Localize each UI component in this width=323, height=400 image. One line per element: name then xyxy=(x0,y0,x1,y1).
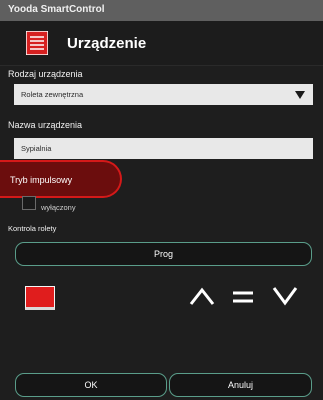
device-type-select[interactable]: Roleta zewnętrzna xyxy=(14,84,313,105)
cancel-button-label: Anuluj xyxy=(227,380,254,390)
ok-button-label: OK xyxy=(84,380,98,390)
ok-button[interactable]: OK xyxy=(15,373,167,397)
blind-control-label: Kontrola rolety xyxy=(8,224,57,233)
blind-device-icon xyxy=(25,286,55,310)
app-title: Yooda SmartControl xyxy=(8,4,105,15)
dropdown-arrow-icon xyxy=(295,91,305,99)
device-name-input[interactable]: Sypialnia xyxy=(14,138,313,159)
prog-button[interactable]: Prog xyxy=(15,242,312,266)
pulse-mode-label: Tryb impulsowy xyxy=(10,175,73,185)
device-name-label: Nazwa urządzenia xyxy=(8,120,83,130)
pulse-mode-checkbox[interactable] xyxy=(22,196,36,210)
device-list-icon xyxy=(26,31,48,55)
page-title: Urządzenie xyxy=(67,35,147,52)
cancel-button[interactable]: Anuluj xyxy=(169,373,312,397)
down-icon[interactable] xyxy=(270,284,300,308)
titlebar: Yooda SmartControl xyxy=(0,0,323,21)
device-name-value: Sypialnia xyxy=(21,144,52,153)
device-type-value: Roleta zewnętrzna xyxy=(21,90,84,99)
prog-button-label: Prog xyxy=(153,249,173,259)
stop-icon[interactable] xyxy=(228,284,258,308)
pulse-mode-checkbox-label: wyłączony xyxy=(41,203,76,212)
page-header: Urządzenie xyxy=(0,21,323,66)
device-type-label: Rodzaj urządzenia xyxy=(8,69,83,79)
up-icon[interactable] xyxy=(187,284,217,308)
